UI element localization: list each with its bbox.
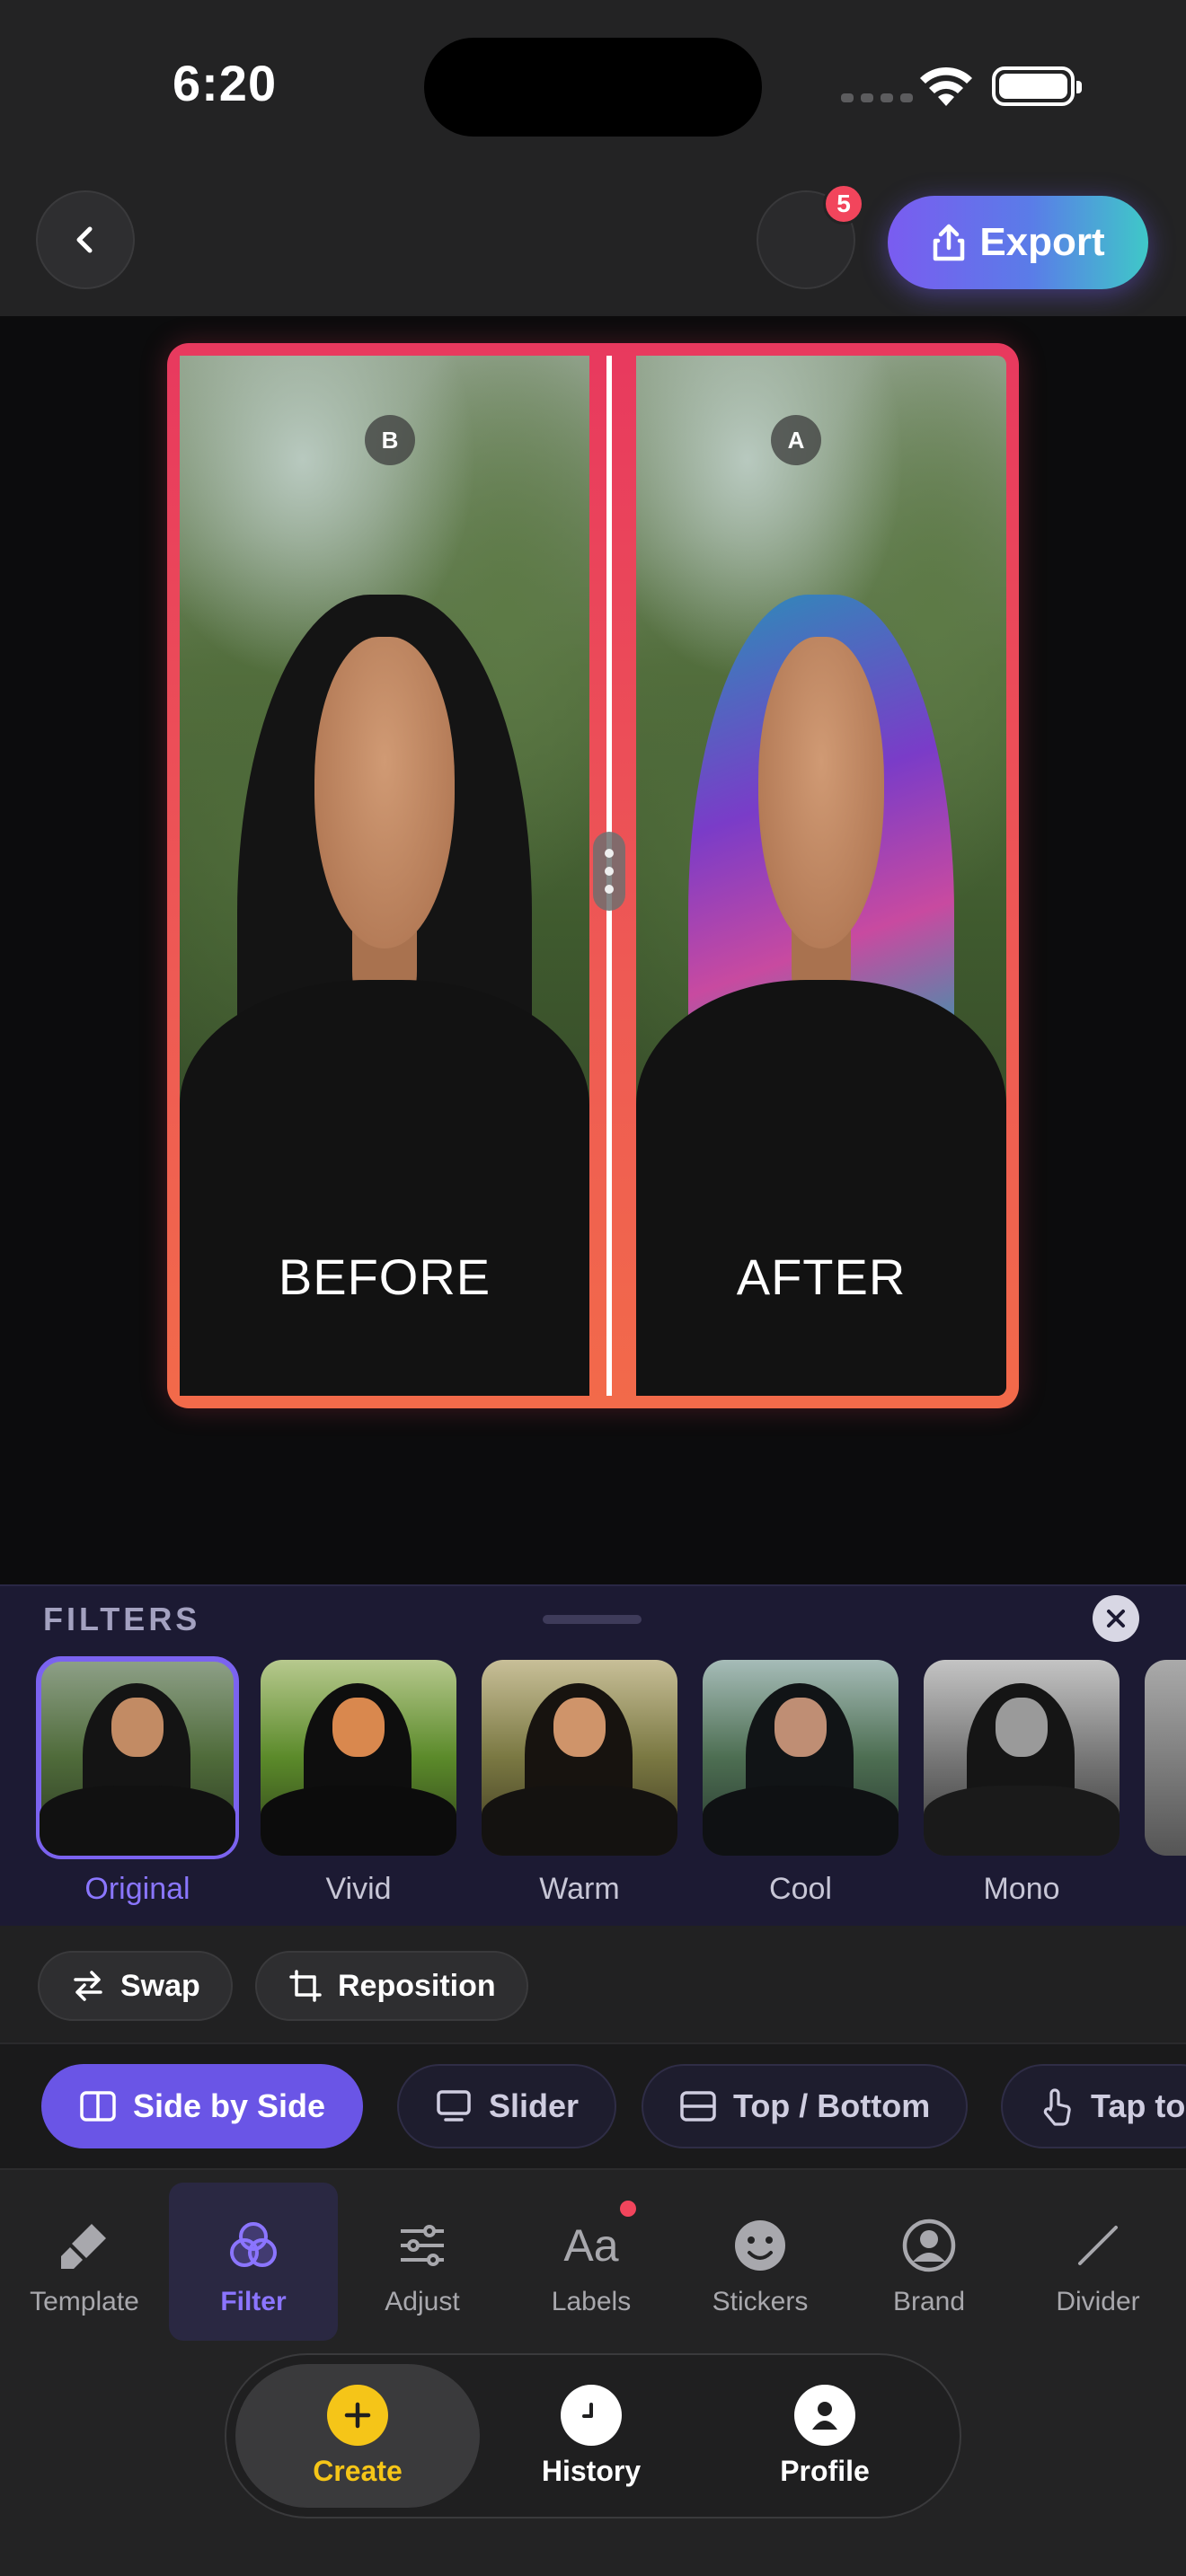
bottom-tab-bar: Create History Profile	[225, 2353, 961, 2519]
filter-label: Warm	[539, 1872, 620, 1906]
export-label: Export	[979, 220, 1105, 264]
tap-hand-icon	[1043, 2088, 1071, 2126]
split-columns-icon	[80, 2091, 116, 2122]
tool-label: Adjust	[385, 2287, 460, 2316]
filter-thumbnails: Original Vivid Warm Cool Mono	[36, 1656, 1186, 1907]
swap-label: Swap	[120, 1968, 200, 2003]
before-image[interactable]: B BEFORE	[180, 356, 589, 1396]
tool-label: Filter	[220, 2287, 287, 2316]
wifi-icon	[920, 66, 972, 106]
tool-filter[interactable]: Filter	[169, 2183, 338, 2341]
cellular-signal-icon	[841, 93, 913, 102]
back-button[interactable]	[36, 190, 135, 289]
divider-drag-handle[interactable]	[593, 832, 625, 911]
editor-canvas: B BEFORE A AFTER	[0, 316, 1186, 1584]
sliders-icon	[394, 2217, 451, 2274]
filter-mono[interactable]: Mono	[924, 1660, 1120, 1907]
tool-label: Labels	[551, 2287, 632, 2316]
filters-title: FILTERS	[43, 1601, 201, 1637]
user-circle-icon	[900, 2217, 958, 2274]
after-image[interactable]: A AFTER	[636, 356, 1006, 1396]
image-actions-row: Swap Reposition	[0, 1926, 1186, 2042]
tool-label: Divider	[1056, 2287, 1140, 2316]
smiley-icon	[731, 2217, 789, 2274]
tool-label: Brand	[892, 2287, 966, 2316]
status-bar: 6:20	[0, 0, 1186, 162]
person-icon	[794, 2384, 855, 2446]
close-filters-button[interactable]	[1093, 1595, 1139, 1642]
brush-icon	[56, 2217, 113, 2274]
layout-tap-to-reveal[interactable]: Tap to	[1001, 2064, 1186, 2148]
layout-label: Side by Side	[133, 2087, 326, 2124]
layout-top-bottom[interactable]: Top / Bottom	[642, 2064, 969, 2148]
tab-label: Create	[313, 2454, 403, 2487]
filter-label: Vivid	[325, 1872, 392, 1906]
filter-original[interactable]: Original	[36, 1656, 239, 1907]
layout-side-by-side[interactable]: Side by Side	[41, 2064, 364, 2148]
split-rows-icon	[680, 2091, 716, 2122]
dynamic-island	[424, 38, 762, 137]
plus-icon	[327, 2384, 388, 2446]
filter-warm[interactable]: Warm	[482, 1660, 677, 1907]
diagonal-line-icon	[1069, 2217, 1127, 2274]
swap-arrows-icon	[74, 1971, 102, 2001]
tool-brand[interactable]: Brand	[845, 2183, 1013, 2341]
clock-icon	[561, 2384, 622, 2446]
tab-history[interactable]: History	[469, 2364, 713, 2508]
tab-create[interactable]: Create	[235, 2364, 480, 2508]
export-button[interactable]: Export	[888, 196, 1148, 289]
filter-label: Mono	[983, 1872, 1060, 1906]
filter-label: Cool	[769, 1872, 832, 1906]
sheet-grabber[interactable]	[543, 1615, 642, 1624]
battery-icon	[992, 66, 1082, 106]
labels-notification-dot	[620, 2201, 636, 2217]
reposition-label: Reposition	[338, 1968, 496, 2003]
share-icon	[934, 224, 965, 261]
before-label[interactable]: BEFORE	[180, 1248, 589, 1306]
before-badge: B	[365, 415, 415, 465]
top-nav: Export	[0, 162, 1186, 316]
reposition-button[interactable]: Reposition	[255, 1951, 528, 2021]
notification-badge: 5	[823, 183, 864, 225]
tool-adjust[interactable]: Adjust	[338, 2183, 507, 2341]
filter-vivid[interactable]: Vivid	[261, 1660, 456, 1907]
layout-mode-row: Side by Side Slider Top / Bottom Tap to	[0, 2042, 1186, 2168]
monitor-icon	[437, 2090, 471, 2122]
swap-button[interactable]: Swap	[38, 1951, 233, 2021]
close-icon	[1107, 1610, 1125, 1628]
text-aa-icon: Aa	[563, 2220, 619, 2271]
after-label[interactable]: AFTER	[636, 1248, 1006, 1306]
chevron-left-icon	[76, 226, 93, 253]
filter-more[interactable]	[1145, 1660, 1186, 1907]
tab-profile[interactable]: Profile	[703, 2364, 947, 2508]
tool-template[interactable]: Template	[0, 2183, 169, 2341]
filter-label: Original	[84, 1872, 190, 1906]
tab-label: History	[541, 2454, 642, 2487]
after-badge: A	[771, 415, 821, 465]
crop-icon	[289, 1970, 322, 2002]
tool-label: Template	[30, 2287, 139, 2316]
tool-divider[interactable]: Divider	[1013, 2183, 1182, 2341]
tool-stickers[interactable]: Stickers	[676, 2183, 845, 2341]
comparison-frame: B BEFORE A AFTER	[167, 343, 1019, 1408]
filter-cool[interactable]: Cool	[703, 1660, 898, 1907]
tool-labels[interactable]: Aa Labels	[507, 2183, 676, 2341]
tool-label: Stickers	[712, 2287, 809, 2316]
status-time: 6:20	[173, 55, 278, 111]
layout-label: Slider	[489, 2087, 580, 2124]
tab-label: Profile	[780, 2454, 870, 2487]
filters-panel: FILTERS Original Vivid Warm Cool Mono	[0, 1584, 1186, 1926]
layout-slider[interactable]: Slider	[397, 2064, 617, 2148]
filter-circles-icon	[225, 2217, 282, 2274]
layout-label: Tap to	[1091, 2087, 1186, 2124]
layout-label: Top / Bottom	[733, 2087, 931, 2124]
